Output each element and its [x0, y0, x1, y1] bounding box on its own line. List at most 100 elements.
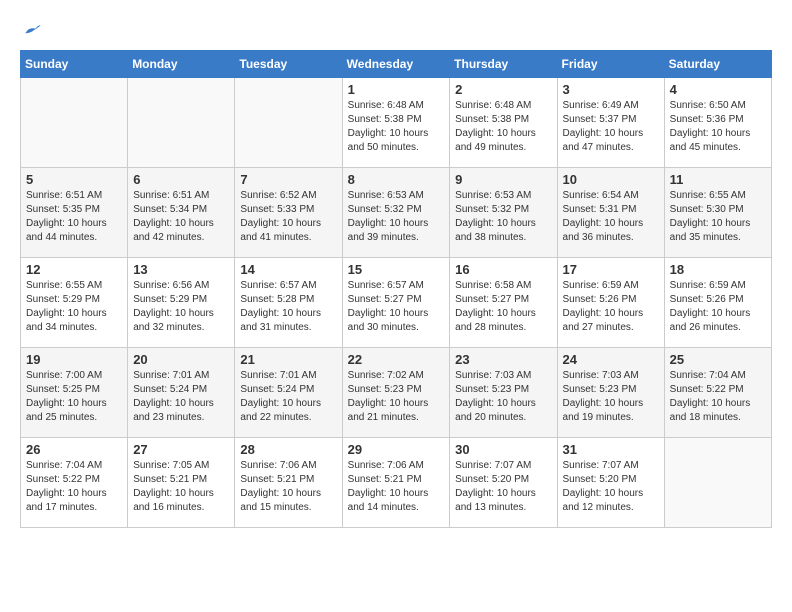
day-number: 30 [455, 442, 551, 457]
calendar-header-row: SundayMondayTuesdayWednesdayThursdayFrid… [21, 51, 772, 78]
calendar-cell: 6 Sunrise: 6:51 AM Sunset: 5:34 PM Daylig… [128, 168, 235, 258]
day-number: 25 [670, 352, 766, 367]
day-info: Sunrise: 6:48 AM Sunset: 5:38 PM Dayligh… [455, 99, 551, 155]
day-info: Sunrise: 7:00 AM Sunset: 5:25 PM Dayligh… [26, 369, 122, 425]
calendar-week-row: 19 Sunrise: 7:00 AM Sunset: 5:25 PM Dayli… [21, 348, 772, 438]
day-info: Sunrise: 6:57 AM Sunset: 5:27 PM Dayligh… [348, 279, 445, 335]
day-number: 31 [563, 442, 659, 457]
day-info: Sunrise: 6:55 AM Sunset: 5:29 PM Dayligh… [26, 279, 122, 335]
day-info: Sunrise: 6:49 AM Sunset: 5:37 PM Dayligh… [563, 99, 659, 155]
calendar-cell: 3 Sunrise: 6:49 AM Sunset: 5:37 PM Daylig… [557, 78, 664, 168]
day-info: Sunrise: 7:01 AM Sunset: 5:24 PM Dayligh… [133, 369, 229, 425]
calendar-cell [235, 78, 342, 168]
day-info: Sunrise: 7:06 AM Sunset: 5:21 PM Dayligh… [240, 459, 336, 515]
header-monday: Monday [128, 51, 235, 78]
day-info: Sunrise: 6:54 AM Sunset: 5:31 PM Dayligh… [563, 189, 659, 245]
calendar-cell: 24Sunrise: 7:03 AM Sunset: 5:23 PM Dayli… [557, 348, 664, 438]
header-sunday: Sunday [21, 51, 128, 78]
day-number: 17 [563, 262, 659, 277]
day-number: 7 [240, 172, 336, 187]
day-info: Sunrise: 6:51 AM Sunset: 5:34 PM Dayligh… [133, 189, 229, 245]
calendar-cell: 14Sunrise: 6:57 AM Sunset: 5:28 PM Dayli… [235, 258, 342, 348]
calendar-cell: 26 Sunrise: 7:04 AM Sunset: 5:22 PM Dayli… [21, 438, 128, 528]
day-info: Sunrise: 7:02 AM Sunset: 5:23 PM Dayligh… [348, 369, 445, 425]
day-number: 27 [133, 442, 229, 457]
calendar-cell: 18 Sunrise: 6:59 AM Sunset: 5:26 PM Dayli… [664, 258, 771, 348]
calendar-cell: 4 Sunrise: 6:50 AM Sunset: 5:36 PM Daylig… [664, 78, 771, 168]
calendar-week-row: 26 Sunrise: 7:04 AM Sunset: 5:22 PM Dayli… [21, 438, 772, 528]
calendar-cell: 16Sunrise: 6:58 AM Sunset: 5:27 PM Dayli… [450, 258, 557, 348]
day-info: Sunrise: 6:56 AM Sunset: 5:29 PM Dayligh… [133, 279, 229, 335]
calendar-cell: 19 Sunrise: 7:00 AM Sunset: 5:25 PM Dayli… [21, 348, 128, 438]
calendar-cell: 11 Sunrise: 6:55 AM Sunset: 5:30 PM Dayli… [664, 168, 771, 258]
calendar-cell: 10 Sunrise: 6:54 AM Sunset: 5:31 PM Dayli… [557, 168, 664, 258]
day-info: Sunrise: 6:59 AM Sunset: 5:26 PM Dayligh… [563, 279, 659, 335]
day-info: Sunrise: 7:01 AM Sunset: 5:24 PM Dayligh… [240, 369, 336, 425]
calendar-cell: 13 Sunrise: 6:56 AM Sunset: 5:29 PM Dayli… [128, 258, 235, 348]
calendar-week-row: 5 Sunrise: 6:51 AM Sunset: 5:35 PM Daylig… [21, 168, 772, 258]
calendar-cell: 15Sunrise: 6:57 AM Sunset: 5:27 PM Dayli… [342, 258, 450, 348]
day-number: 23 [455, 352, 551, 367]
calendar-cell [128, 78, 235, 168]
page-header [20, 20, 772, 40]
day-number: 4 [670, 82, 766, 97]
day-number: 3 [563, 82, 659, 97]
day-number: 10 [563, 172, 659, 187]
day-number: 22 [348, 352, 445, 367]
calendar-table: SundayMondayTuesdayWednesdayThursdayFrid… [20, 50, 772, 528]
day-number: 9 [455, 172, 551, 187]
day-info: Sunrise: 6:51 AM Sunset: 5:35 PM Dayligh… [26, 189, 122, 245]
day-info: Sunrise: 6:55 AM Sunset: 5:30 PM Dayligh… [670, 189, 766, 245]
header-tuesday: Tuesday [235, 51, 342, 78]
calendar-cell: 27Sunrise: 7:05 AM Sunset: 5:21 PM Dayli… [128, 438, 235, 528]
day-number: 11 [670, 172, 766, 187]
day-info: Sunrise: 7:04 AM Sunset: 5:22 PM Dayligh… [26, 459, 122, 515]
logo [20, 20, 42, 40]
calendar-cell: 12 Sunrise: 6:55 AM Sunset: 5:29 PM Dayli… [21, 258, 128, 348]
calendar-cell: 5 Sunrise: 6:51 AM Sunset: 5:35 PM Daylig… [21, 168, 128, 258]
day-number: 24 [563, 352, 659, 367]
calendar-cell: 30 Sunrise: 7:07 AM Sunset: 5:20 PM Dayli… [450, 438, 557, 528]
day-number: 2 [455, 82, 551, 97]
day-number: 29 [348, 442, 445, 457]
calendar-cell: 8Sunrise: 6:53 AM Sunset: 5:32 PM Daylig… [342, 168, 450, 258]
day-info: Sunrise: 6:53 AM Sunset: 5:32 PM Dayligh… [455, 189, 551, 245]
day-info: Sunrise: 6:48 AM Sunset: 5:38 PM Dayligh… [348, 99, 445, 155]
day-number: 12 [26, 262, 122, 277]
header-wednesday: Wednesday [342, 51, 450, 78]
day-number: 28 [240, 442, 336, 457]
day-number: 1 [348, 82, 445, 97]
calendar-cell: 29 Sunrise: 7:06 AM Sunset: 5:21 PM Dayli… [342, 438, 450, 528]
calendar-cell: 21 Sunrise: 7:01 AM Sunset: 5:24 PM Dayli… [235, 348, 342, 438]
calendar-cell [664, 438, 771, 528]
day-number: 6 [133, 172, 229, 187]
day-number: 5 [26, 172, 122, 187]
day-number: 26 [26, 442, 122, 457]
day-number: 14 [240, 262, 336, 277]
day-info: Sunrise: 7:07 AM Sunset: 5:20 PM Dayligh… [455, 459, 551, 515]
calendar-cell: 2 Sunrise: 6:48 AM Sunset: 5:38 PM Daylig… [450, 78, 557, 168]
calendar-cell: 1 Sunrise: 6:48 AM Sunset: 5:38 PM Daylig… [342, 78, 450, 168]
header-friday: Friday [557, 51, 664, 78]
day-info: Sunrise: 7:06 AM Sunset: 5:21 PM Dayligh… [348, 459, 445, 515]
day-info: Sunrise: 6:52 AM Sunset: 5:33 PM Dayligh… [240, 189, 336, 245]
header-saturday: Saturday [664, 51, 771, 78]
logo-bird-icon [22, 20, 42, 40]
calendar-cell: 23Sunrise: 7:03 AM Sunset: 5:23 PM Dayli… [450, 348, 557, 438]
calendar-cell [21, 78, 128, 168]
day-info: Sunrise: 6:59 AM Sunset: 5:26 PM Dayligh… [670, 279, 766, 335]
day-number: 16 [455, 262, 551, 277]
day-number: 21 [240, 352, 336, 367]
day-info: Sunrise: 7:07 AM Sunset: 5:20 PM Dayligh… [563, 459, 659, 515]
calendar-cell: 17 Sunrise: 6:59 AM Sunset: 5:26 PM Dayli… [557, 258, 664, 348]
calendar-cell: 28 Sunrise: 7:06 AM Sunset: 5:21 PM Dayli… [235, 438, 342, 528]
calendar-cell: 7 Sunrise: 6:52 AM Sunset: 5:33 PM Daylig… [235, 168, 342, 258]
day-number: 19 [26, 352, 122, 367]
day-info: Sunrise: 6:50 AM Sunset: 5:36 PM Dayligh… [670, 99, 766, 155]
day-number: 18 [670, 262, 766, 277]
calendar-cell: 20Sunrise: 7:01 AM Sunset: 5:24 PM Dayli… [128, 348, 235, 438]
day-number: 8 [348, 172, 445, 187]
day-number: 13 [133, 262, 229, 277]
calendar-cell: 22 Sunrise: 7:02 AM Sunset: 5:23 PM Dayli… [342, 348, 450, 438]
calendar-cell: 9 Sunrise: 6:53 AM Sunset: 5:32 PM Daylig… [450, 168, 557, 258]
